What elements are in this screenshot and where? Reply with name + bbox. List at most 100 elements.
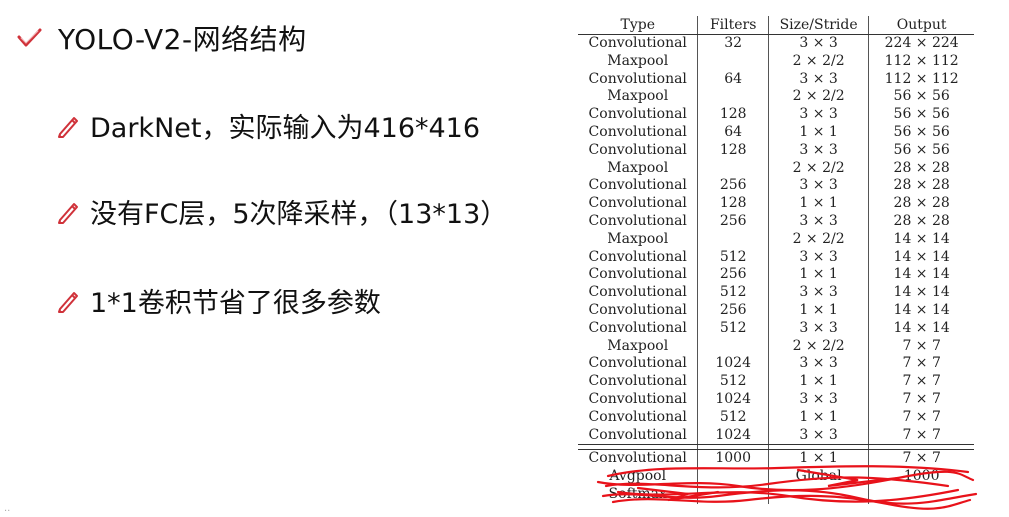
cell-output: 28 × 28	[868, 159, 974, 178]
cell-filters: 64	[697, 70, 769, 89]
cell-size-stride: 3 × 3	[767, 390, 869, 409]
cell-size-stride: 3 × 3	[767, 284, 869, 302]
cell-filters: 128	[697, 141, 769, 160]
table-row: Convolutional 256 3 × 3 28 × 28	[578, 177, 974, 196]
cell-output: 112 × 112	[868, 52, 974, 71]
cell-size-stride: 2 × 2/2	[767, 88, 869, 107]
cell-filters: 512	[697, 408, 769, 427]
cell-output: 28 × 28	[868, 195, 974, 213]
table-row: Convolutional 512 3 × 3 14 × 14	[578, 284, 974, 302]
cell-size-stride: 2 × 2/2	[767, 337, 869, 356]
table-row: Convolutional 64 3 × 3 112 × 112	[578, 70, 974, 89]
cell-type: Convolutional	[588, 408, 687, 425]
cell-filters: 1024	[697, 355, 769, 374]
cell-output: 7 × 7	[868, 355, 974, 374]
cell-filters: 256	[697, 177, 769, 196]
cell-type: Convolutional	[588, 141, 687, 158]
header-filters: Filters	[697, 16, 769, 35]
cell-output: 28 × 28	[868, 177, 974, 196]
cell-output: 112 × 112	[868, 70, 974, 89]
corner-mark: ··	[4, 506, 11, 517]
cell-output: 7 × 7	[868, 426, 974, 446]
cell-filters	[697, 88, 769, 107]
cell-size-stride: 2 × 2/2	[767, 52, 869, 71]
cell-type: Maxpool	[607, 159, 669, 176]
table-header-row: Type Filters Size/Stride Output	[578, 16, 974, 35]
cell-filters: 512	[697, 248, 769, 267]
table-row: Convolutional 256 3 × 3 28 × 28	[578, 212, 974, 231]
cell-filters: 512	[697, 284, 769, 302]
table-row: Convolutional 512 3 × 3 14 × 14	[578, 248, 974, 267]
slide-title: YOLO-V2-网络结构	[58, 23, 307, 56]
crossed-table-row: Convolutional 1000 1 × 17 × 7	[578, 449, 974, 469]
cell-type: Convolutional	[588, 106, 687, 123]
cell-size-stride: 1 × 1	[767, 449, 869, 469]
check-icon	[17, 28, 42, 47]
cell-size-stride: 3 × 3	[767, 212, 869, 231]
cell-output: 14 × 14	[868, 248, 974, 267]
table-row: Convolutional 128 3 × 3 56 × 56	[578, 106, 974, 124]
cell-output: 7 × 7	[868, 449, 974, 469]
bullet-3: 1*1卷积节省了很多参数	[54, 281, 381, 320]
cell-size-stride: 2 × 2/2	[767, 159, 869, 178]
crossed-table-row: Avgpool Global 1000	[578, 468, 974, 486]
pencil-icon	[58, 291, 78, 313]
table-row: Convolutional 1024 3 × 37 × 7	[578, 426, 974, 446]
cell-size-stride: 1 × 1	[767, 373, 869, 391]
cell-size-stride: 1 × 1	[767, 123, 869, 142]
cell-filters: 512	[697, 373, 769, 391]
pencil-icon	[58, 116, 78, 138]
cell-size-stride: 3 × 3	[767, 177, 869, 196]
cell-type: Maxpool	[607, 52, 669, 69]
cell-type: Maxpool	[607, 88, 669, 105]
cell-output: 56 × 56	[868, 123, 974, 142]
bullet-2: 没有FC层，5次降采样，（13*13）	[54, 192, 507, 231]
cell-type: Maxpool	[607, 337, 669, 354]
cell-type: Convolutional	[588, 35, 687, 51]
cell-output: 14 × 14	[868, 284, 974, 302]
table-row: Maxpool 2 × 2/2 56 × 56	[578, 88, 974, 107]
pencil-icon	[58, 202, 78, 224]
header-type: Type	[578, 16, 698, 35]
cell-output: 56 × 56	[868, 106, 974, 124]
cell-output: 7 × 7	[868, 373, 974, 391]
cell-size-stride: 3 × 3	[767, 355, 869, 374]
table-row: Convolutional 512 1 × 17 × 7	[578, 408, 974, 427]
cell-output	[868, 485, 974, 504]
table-row: Convolutional 128 1 × 1 28 × 28	[578, 195, 974, 213]
cell-filters: 32	[697, 34, 769, 53]
table-row: Convolutional 64 1 × 1 56 × 56	[578, 123, 974, 142]
header-output: Output	[868, 16, 974, 35]
cell-output: 14 × 14	[868, 266, 974, 285]
header-size-stride: Size/Stride	[767, 16, 869, 35]
cell-size-stride: 3 × 3	[767, 141, 869, 160]
cell-filters	[697, 159, 769, 178]
cell-type: Convolutional	[588, 212, 687, 229]
architecture-table: Type Filters Size/Stride Output Convolut…	[578, 16, 974, 504]
cell-type: Convolutional	[588, 301, 687, 318]
cell-type: Maxpool	[607, 230, 669, 247]
table-row: Convolutional 32 3 × 3 224 × 224	[578, 34, 974, 53]
cell-size-stride: 1 × 1	[767, 301, 869, 320]
cell-filters: 1000	[697, 449, 769, 469]
cell-type: Softmax	[608, 485, 667, 502]
cell-output: 7 × 7	[868, 337, 974, 356]
cell-type: Convolutional	[588, 373, 687, 390]
table-row: Maxpool 2 × 2/2 112 × 112	[578, 52, 974, 71]
crossed-table-row: Softmax	[578, 485, 974, 504]
table-row: Convolutional 256 1 × 1 14 × 14	[578, 301, 974, 320]
cell-size-stride: 1 × 1	[767, 195, 869, 213]
cell-type: Convolutional	[588, 390, 687, 407]
cell-output: 14 × 14	[868, 319, 974, 338]
cell-filters	[697, 337, 769, 356]
cell-size-stride: 3 × 3	[767, 248, 869, 267]
table-row: Convolutional 128 3 × 3 56 × 56	[578, 141, 974, 160]
cell-filters	[697, 52, 769, 71]
cell-size-stride: 2 × 2/2	[767, 230, 869, 249]
cell-filters: 128	[697, 195, 769, 213]
cell-filters: 1024	[697, 426, 769, 446]
title-row: YOLO-V2-网络结构	[14, 18, 307, 58]
cell-type: Convolutional	[588, 284, 687, 301]
table-row: Maxpool 2 × 2/2 14 × 14	[578, 230, 974, 249]
cell-type: Convolutional	[588, 123, 687, 140]
